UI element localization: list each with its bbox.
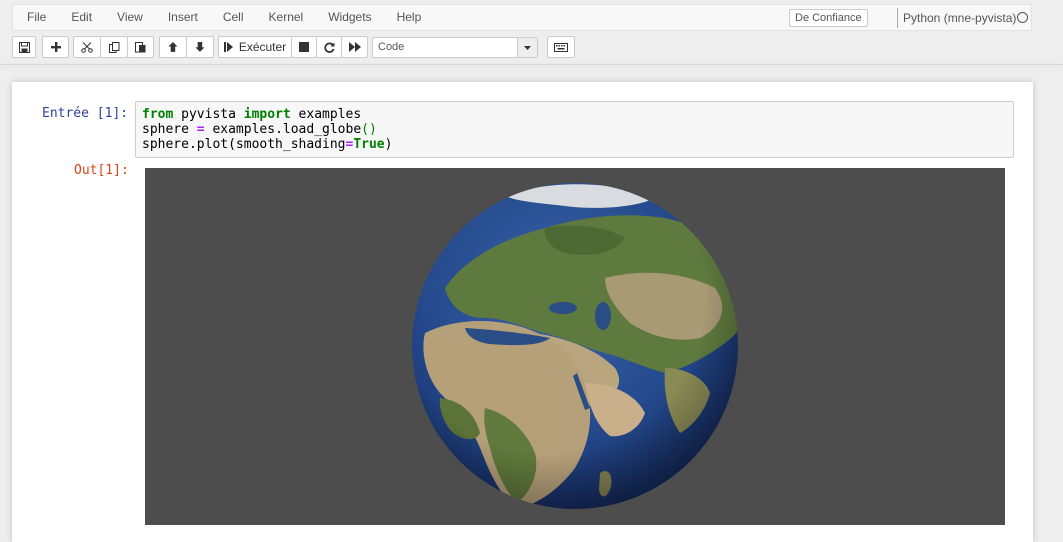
run-button[interactable]: Exécuter [218, 36, 292, 58]
code-line-1: from pyvista import examples [142, 107, 1007, 122]
code-keyword: True [353, 137, 385, 152]
copy-icon [108, 41, 119, 53]
menu-file[interactable]: File [13, 5, 46, 30]
code-line-2: sphere = examples.load_globe() [142, 122, 1007, 137]
caret-down-icon [517, 38, 537, 57]
code-keyword: import [243, 107, 291, 122]
run-label: Exécuter [238, 40, 287, 54]
kernel-name[interactable]: Python (mne-pyvista) [897, 8, 1016, 28]
menu-view[interactable]: View [92, 5, 143, 30]
code-keyword: from [142, 107, 174, 122]
restart-run-all-button[interactable] [341, 36, 368, 58]
cell-type-select[interactable]: Code [372, 37, 538, 58]
step-forward-icon [223, 42, 233, 52]
notebook-container: Entrée [1]: from pyvista import examples… [12, 82, 1033, 542]
output-prompt: Out[1]: [74, 163, 129, 178]
move-up-button[interactable] [159, 36, 187, 58]
code-text: pyvista [173, 107, 244, 122]
code-paren: () [361, 122, 377, 137]
cut-button[interactable] [73, 36, 101, 58]
arrow-up-icon [168, 41, 178, 52]
stop-icon [299, 42, 309, 52]
scissors-icon [81, 41, 93, 53]
kernel-idle-icon [1017, 12, 1028, 23]
menu-help[interactable]: Help [372, 5, 422, 30]
fast-forward-icon [348, 42, 361, 52]
trusted-badge[interactable]: De Confiance [789, 9, 868, 27]
cell-type-value: Code [378, 41, 405, 53]
keyboard-icon [554, 42, 568, 52]
add-cell-button[interactable] [42, 36, 69, 58]
code-text: sphere [142, 122, 197, 137]
menu-kernel[interactable]: Kernel [244, 5, 304, 30]
menubar: File Edit View Insert Cell Kernel Widget… [12, 4, 1032, 31]
globe-image [412, 183, 738, 509]
code-text: sphere.plot(smooth_shading [142, 137, 346, 152]
interrupt-button[interactable] [291, 36, 317, 58]
plus-icon [50, 42, 61, 52]
copy-button[interactable] [100, 36, 128, 58]
menu-edit[interactable]: Edit [46, 5, 92, 30]
menu-insert[interactable]: Insert [143, 5, 198, 30]
paste-icon [135, 42, 146, 53]
save-icon [18, 41, 30, 53]
command-palette-button[interactable] [547, 36, 575, 58]
move-down-button[interactable] [186, 36, 214, 58]
code-cell-input[interactable]: from pyvista import examples sphere = ex… [135, 101, 1014, 158]
toolbar: Exécuter Code [12, 36, 1052, 60]
save-button[interactable] [12, 36, 36, 58]
code-text: examples [290, 107, 362, 122]
menu-items: File Edit View Insert Cell Kernel Widget… [13, 5, 421, 30]
code-line-3: sphere.plot(smooth_shading=True) [142, 137, 1007, 152]
refresh-icon [323, 42, 334, 53]
code-text: ) [384, 137, 393, 152]
code-text: examples.load_globe [204, 122, 362, 137]
arrow-down-icon [195, 41, 205, 52]
menu-widgets[interactable]: Widgets [303, 5, 371, 30]
toolbar-divider [0, 64, 1063, 65]
menu-cell[interactable]: Cell [198, 5, 244, 30]
paste-button[interactable] [127, 36, 154, 58]
restart-button[interactable] [316, 36, 342, 58]
pyvista-render-output[interactable] [145, 168, 1005, 525]
code-operator: = [196, 122, 205, 137]
input-prompt: Entrée [1]: [42, 106, 129, 121]
